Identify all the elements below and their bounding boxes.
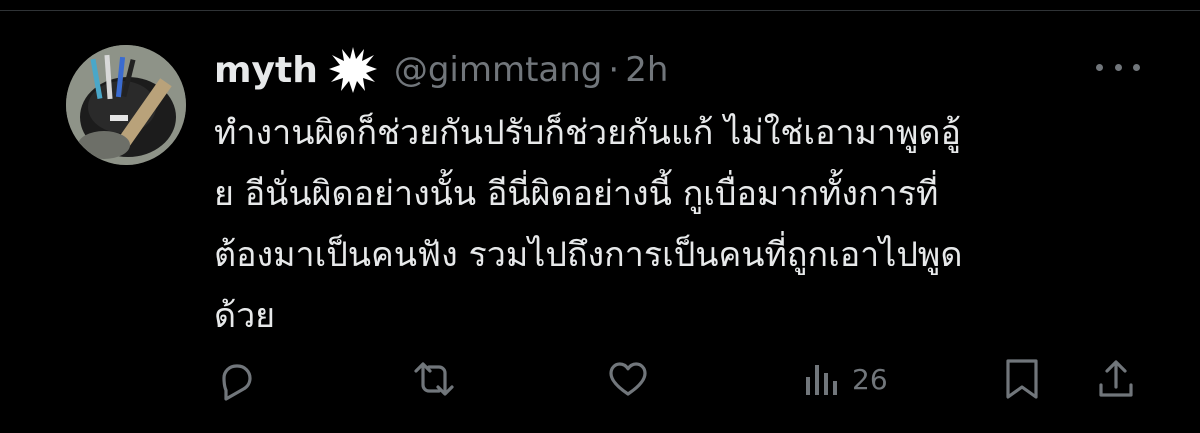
reply-icon [222, 364, 252, 401]
tweet-text-line: ทำงานผิดก็ช่วยกันปรับก็ช่วยกันแก้ ไม่ใช่… [214, 113, 961, 153]
bookmark-button[interactable] [1002, 355, 1042, 403]
views-button[interactable]: 26 [804, 355, 888, 403]
tweet-text-line: ย อีนั่นผิดอย่างนั้น อีนี่ผิดอย่างนี้ กู… [214, 174, 939, 214]
views-count: 26 [852, 362, 888, 396]
avatar-image [66, 45, 186, 165]
heart-icon [609, 362, 647, 396]
user-handle[interactable]: @gimmtang [394, 50, 603, 90]
tweet-actions: 26 [0, 355, 1200, 403]
avatar[interactable] [66, 45, 186, 165]
more-horizontal-icon[interactable] [1096, 55, 1140, 79]
tweet-text: ทำงานผิดก็ช่วยกันปรับก็ช่วยกันแก้ ไม่ใช่… [214, 103, 1174, 347]
tweet-header: myth @gimmtang · 2h [214, 44, 668, 96]
tweet-time[interactable]: 2h [625, 50, 668, 90]
tweet-text-line: ด้วย [214, 296, 276, 336]
retweet-icon [414, 362, 454, 396]
tweet-card[interactable]: myth @gimmtang · 2h ทำงานผิดก็ช่วยกันปรั… [0, 0, 1200, 433]
display-name[interactable]: myth [214, 50, 318, 91]
retweet-button[interactable] [410, 355, 458, 403]
separator-dot: · [608, 50, 620, 90]
share-icon [1099, 360, 1133, 397]
bookmark-icon [1006, 359, 1038, 399]
analytics-icon [806, 365, 837, 395]
sparkle-burst-icon [328, 45, 378, 95]
reply-button[interactable] [214, 355, 258, 403]
share-button[interactable] [1096, 355, 1136, 403]
tweet-text-line: ต้องมาเป็นคนฟัง รวมไปถึงการเป็นคนที่ถูกเ… [214, 235, 963, 275]
like-button[interactable] [606, 355, 650, 403]
